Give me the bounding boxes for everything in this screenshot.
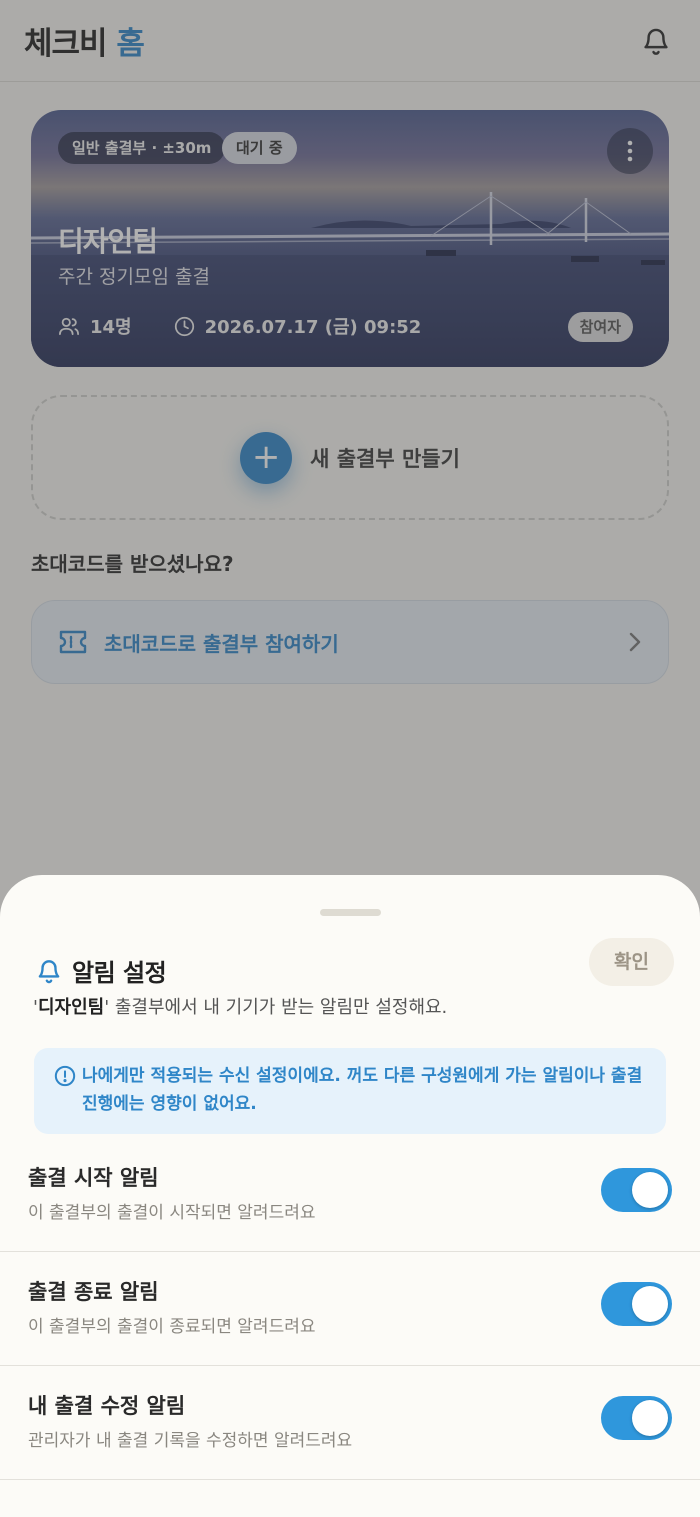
- info-notice: 나에게만 적용되는 수신 설정이에요. 꺼도 다른 구성원에게 가는 알림이나 …: [34, 1048, 666, 1134]
- sheet-header: 알림 설정: [36, 953, 167, 988]
- setting-title: 출결 시작 알림: [28, 1166, 159, 1190]
- bell-icon: [38, 959, 60, 983]
- sheet-drag-handle[interactable]: [320, 909, 381, 916]
- setting-title: 내 출결 수정 알림: [28, 1394, 186, 1418]
- setting-title: 출결 종료 알림: [28, 1280, 159, 1304]
- start-alert-toggle[interactable]: [601, 1168, 672, 1212]
- toggle-knob: [632, 1286, 668, 1322]
- setting-desc: 이 출결부의 출결이 종료되면 알려드려요: [28, 1317, 316, 1337]
- setting-desc: 관리자가 내 출결 기록을 수정하면 알려드려요: [28, 1431, 353, 1451]
- setting-desc: 이 출결부의 출결이 시작되면 알려드려요: [28, 1203, 316, 1223]
- setting-row-end: 출결 종료 알림 이 출결부의 출결이 종료되면 알려드려요: [0, 1252, 700, 1366]
- notification-settings-sheet: 알림 설정 확인 '디자인팀' 출결부에서 내 기기가 받는 알림만 설정해요.…: [0, 875, 700, 1517]
- desc-rest: ' 출결부에서 내 기기가 받는 알림만 설정해요.: [104, 997, 448, 1018]
- confirm-button[interactable]: 확인: [589, 938, 674, 986]
- setting-row-start: 출결 시작 알림 이 출결부의 출결이 시작되면 알려드려요: [0, 1138, 700, 1252]
- toggle-knob: [632, 1172, 668, 1208]
- toggle-knob: [632, 1400, 668, 1436]
- sheet-description: '디자인팀' 출결부에서 내 기기가 받는 알림만 설정해요.: [33, 993, 447, 1019]
- desc-attendance-name: 디자인팀: [37, 997, 105, 1018]
- sheet-title: 알림 설정: [72, 959, 167, 987]
- notice-text: 나에게만 적용되는 수신 설정이에요. 꺼도 다른 구성원에게 가는 알림이나 …: [82, 1066, 643, 1114]
- info-icon: [54, 1065, 76, 1087]
- end-alert-toggle[interactable]: [601, 1282, 672, 1326]
- edit-alert-toggle[interactable]: [601, 1396, 672, 1440]
- setting-row-edit: 내 출결 수정 알림 관리자가 내 출결 기록을 수정하면 알려드려요: [0, 1366, 700, 1480]
